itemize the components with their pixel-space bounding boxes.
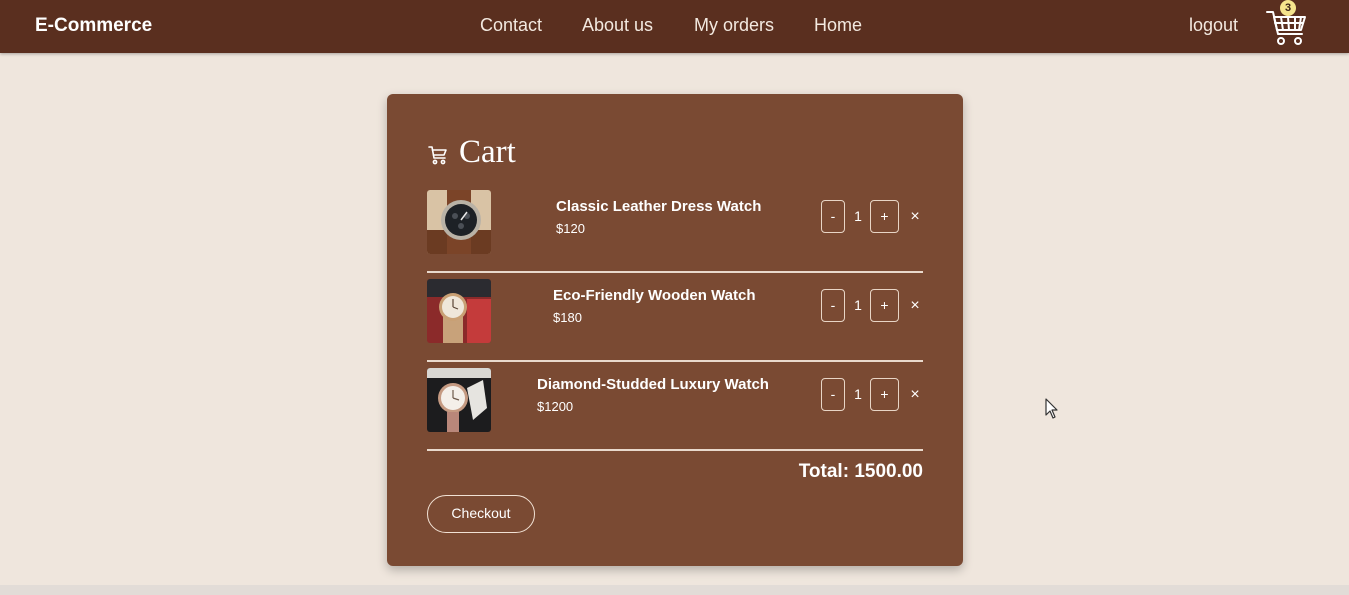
- item-name: Classic Leather Dress Watch: [556, 198, 762, 215]
- nav-link-about-us[interactable]: About us: [582, 15, 653, 36]
- decrease-quantity-button[interactable]: -: [821, 378, 845, 411]
- product-image: [427, 368, 491, 432]
- cart-item: Classic Leather Dress Watch $120 - 1 + ×: [427, 184, 923, 273]
- quantity-value: 1: [854, 386, 862, 402]
- cart-button[interactable]: 3: [1260, 0, 1315, 50]
- quantity-value: 1: [854, 297, 862, 313]
- item-price: $1200: [537, 399, 574, 414]
- top-navbar: E-Commerce Contact About us My orders Ho…: [0, 0, 1349, 53]
- cart-panel: Cart Classic Leather Dress Watch $120 - …: [387, 94, 963, 566]
- cart-icon: [428, 146, 447, 165]
- remove-item-button[interactable]: ×: [908, 200, 922, 233]
- decrease-quantity-button[interactable]: -: [821, 200, 845, 233]
- item-price: $120: [556, 221, 585, 236]
- item-price: $180: [553, 310, 582, 325]
- increase-quantity-button[interactable]: +: [870, 200, 899, 233]
- product-image: [427, 279, 491, 343]
- cart-total: Total: 1500.00: [798, 461, 923, 482]
- logout-link[interactable]: logout: [1189, 15, 1238, 36]
- increase-quantity-button[interactable]: +: [870, 289, 899, 322]
- nav-link-contact[interactable]: Contact: [480, 15, 542, 36]
- quantity-value: 1: [854, 208, 862, 224]
- remove-item-button[interactable]: ×: [908, 289, 922, 322]
- item-name: Eco-Friendly Wooden Watch: [553, 287, 756, 304]
- page-footer-strip: [0, 585, 1349, 595]
- product-image: [427, 190, 491, 254]
- decrease-quantity-button[interactable]: -: [821, 289, 845, 322]
- cart-item: Diamond-Studded Luxury Watch $1200 - 1 +…: [427, 362, 923, 451]
- checkout-button[interactable]: Checkout: [427, 495, 535, 533]
- increase-quantity-button[interactable]: +: [870, 378, 899, 411]
- cart-title: Cart: [459, 134, 516, 170]
- cart-count-badge: 3: [1280, 0, 1296, 16]
- item-name: Diamond-Studded Luxury Watch: [537, 376, 769, 393]
- mouse-pointer-icon: [1045, 398, 1058, 419]
- remove-item-button[interactable]: ×: [908, 378, 922, 411]
- nav-link-home[interactable]: Home: [814, 15, 862, 36]
- cart-item: Eco-Friendly Wooden Watch $180 - 1 + ×: [427, 273, 923, 362]
- nav-link-my-orders[interactable]: My orders: [694, 15, 774, 36]
- item-divider: [427, 449, 923, 451]
- item-info: Eco-Friendly Wooden Watch $180: [553, 287, 813, 325]
- nav-links: Contact About us My orders Home logout: [0, 15, 1349, 39]
- item-info: Classic Leather Dress Watch $120: [556, 198, 816, 236]
- item-info: Diamond-Studded Luxury Watch $1200: [537, 376, 797, 414]
